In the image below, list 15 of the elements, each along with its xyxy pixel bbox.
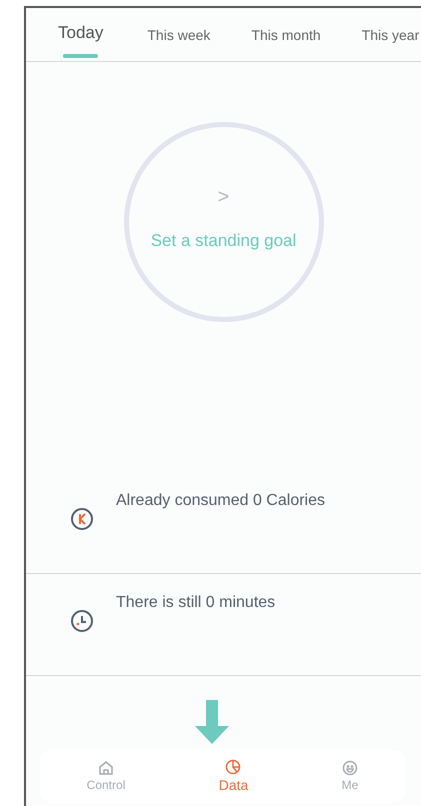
chevron-text: > xyxy=(218,186,230,208)
pie-chart-icon xyxy=(225,759,242,775)
nav-tab[interactable]: Data xyxy=(212,758,254,794)
home-icon xyxy=(98,760,114,776)
clock-icon xyxy=(70,609,94,633)
goal-label: Set a standing goal xyxy=(150,230,296,250)
calories-icon xyxy=(70,507,94,531)
down-arrow-icon xyxy=(194,700,228,744)
period-tab[interactable]: Today xyxy=(58,23,104,58)
stat-text: Already consumed 0 Calories xyxy=(116,492,325,510)
period-tab[interactable]: This month xyxy=(251,23,321,43)
stat-text: There is still 0 minutes xyxy=(116,594,276,612)
smiley-icon xyxy=(342,760,358,776)
period-tab[interactable]: This week xyxy=(147,23,210,43)
period-tab[interactable]: This year xyxy=(362,23,420,43)
